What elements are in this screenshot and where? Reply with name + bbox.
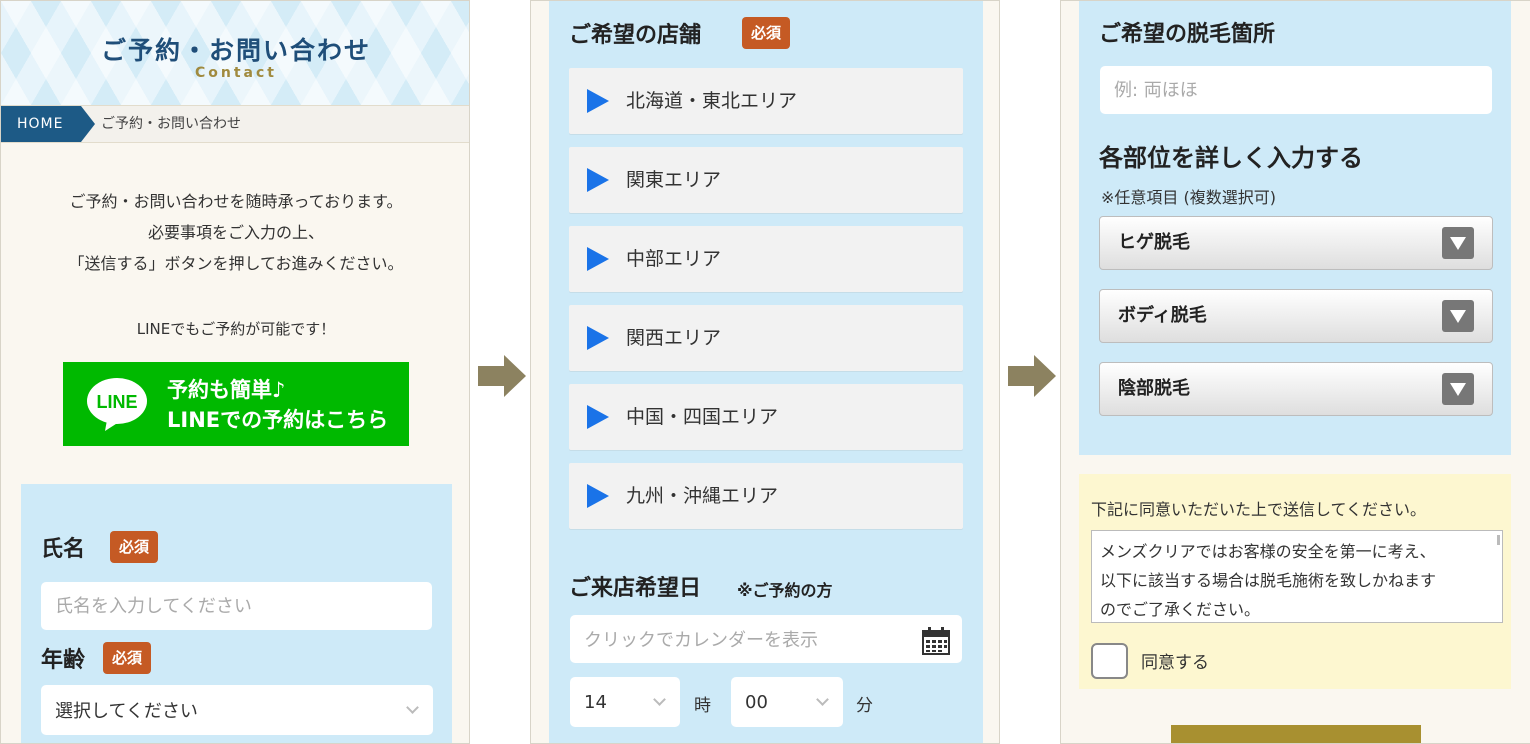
terms-line-1: メンズクリアではお客様の安全を第一に考え、 <box>1100 542 1436 561</box>
treatment-area-panel: ご希望の脱毛箇所 各部位を詳しく入力する ※任意項目 (複数選択可) ヒゲ脱毛 … <box>1060 0 1530 744</box>
line-button-text-1: 予約も簡単♪ <box>167 378 286 402</box>
agree-instruction: 下記に同意いただいた上で送信してください。 <box>1091 500 1427 519</box>
agree-checkbox[interactable] <box>1091 643 1128 679</box>
area-label: 関西エリア <box>626 327 722 349</box>
intro-line-3: 「送信する」ボタンを押してお進みください。 <box>68 254 404 273</box>
visit-date-label: ご来店希望日 <box>569 576 702 601</box>
terms-line-2: 以下に該当する場合は脱毛施術を致しかねます <box>1100 571 1437 590</box>
play-triangle-icon <box>587 89 609 113</box>
next-arrow-icon <box>478 355 526 397</box>
dropdown-arrow-icon <box>1442 300 1474 332</box>
area-label: 関東エリア <box>626 169 722 191</box>
play-triangle-icon <box>587 326 609 350</box>
minute-value: 00 <box>745 691 768 713</box>
terms-line-3: のでご了承ください。 <box>1100 600 1261 619</box>
line-logo-icon: LINE <box>87 378 147 431</box>
play-triangle-icon <box>587 405 609 429</box>
dropdown-body[interactable]: ボディ脱毛 <box>1099 289 1493 343</box>
intro-line-2: 必要事項をご入力の上、 <box>147 223 324 242</box>
next-arrow-icon <box>1008 355 1056 397</box>
age-select[interactable]: 選択してください <box>41 685 433 735</box>
play-triangle-icon <box>587 484 609 508</box>
part-label: ご希望の脱毛箇所 <box>1099 22 1276 47</box>
visit-date-input[interactable]: クリックでカレンダーを表示 <box>570 615 962 663</box>
chevron-down-icon <box>653 693 666 706</box>
area-button-kanto[interactable]: 関東エリア <box>569 147 963 213</box>
area-label: 中国・四国エリア <box>626 406 779 428</box>
hour-unit: 時 <box>694 696 711 716</box>
area-label: 中部エリア <box>626 248 722 270</box>
hour-value: 14 <box>584 691 607 713</box>
contact-top-panel: ご予約・お問い合わせ Contact HOME ご予約・お問い合わせ ご予約・お… <box>0 0 470 744</box>
dropdown-vio[interactable]: 陰部脱毛 <box>1099 362 1493 416</box>
age-select-value: 選択してください <box>55 701 198 722</box>
area-button-chubu[interactable]: 中部エリア <box>569 226 963 292</box>
visit-date-placeholder: クリックでカレンダーを表示 <box>584 630 818 651</box>
store-label: ご希望の店舗 <box>569 23 702 48</box>
agree-checkbox-label[interactable]: 同意する <box>1141 648 1209 673</box>
terms-textarea[interactable]: メンズクリアではお客様の安全を第一に考え、 以下に該当する場合は脱毛施術を致しか… <box>1091 530 1503 623</box>
minute-unit: 分 <box>856 696 873 716</box>
dropdown-label: ボディ脱毛 <box>1118 305 1207 326</box>
play-triangle-icon <box>587 168 609 192</box>
scrollbar[interactable] <box>1497 535 1500 545</box>
age-label: 年齢 <box>41 648 86 673</box>
hero-banner: ご予約・お問い合わせ Contact <box>1 1 469 105</box>
area-label: 九州・沖縄エリア <box>626 485 779 507</box>
dropdown-arrow-icon <box>1442 373 1474 405</box>
page-subtitle: Contact <box>195 65 277 81</box>
minute-select[interactable]: 00 <box>731 677 843 727</box>
name-input[interactable] <box>41 582 432 630</box>
dropdown-arrow-icon <box>1442 227 1474 259</box>
intro-line-1: ご予約・お問い合わせを随時承っております。 <box>69 192 403 211</box>
store-select-panel: ご希望の店舗 必須 北海道・東北エリア 関東エリア 中部エリア 関西エリア 中国… <box>530 0 1000 744</box>
part-input[interactable] <box>1100 66 1492 114</box>
visit-date-note: ※ご予約の方 <box>737 581 833 600</box>
line-note: LINEでもご予約が可能です！ <box>136 320 336 338</box>
play-triangle-icon <box>587 247 609 271</box>
detail-label: 各部位を詳しく入力する <box>1099 144 1363 172</box>
dropdown-beard[interactable]: ヒゲ脱毛 <box>1099 216 1493 270</box>
detail-note: ※任意項目 (複数選択可) <box>1101 188 1276 207</box>
chevron-down-icon <box>406 701 419 714</box>
area-label: 北海道・東北エリア <box>626 90 798 112</box>
breadcrumb: HOME ご予約・お問い合わせ <box>1 105 469 143</box>
calendar-icon <box>922 627 950 655</box>
store-required-badge: 必須 <box>742 17 791 49</box>
dropdown-label: 陰部脱毛 <box>1118 378 1190 399</box>
dropdown-label: ヒゲ脱毛 <box>1118 232 1190 253</box>
chevron-down-icon <box>816 693 829 706</box>
name-required-badge: 必須 <box>110 531 159 563</box>
area-button-kyushu-okinawa[interactable]: 九州・沖縄エリア <box>569 463 963 529</box>
age-required-badge: 必須 <box>103 642 152 674</box>
page-title: ご予約・お問い合わせ <box>100 36 371 65</box>
breadcrumb-home-link[interactable]: HOME <box>1 106 95 142</box>
area-button-kansai[interactable]: 関西エリア <box>569 305 963 371</box>
area-button-hokkaido-tohoku[interactable]: 北海道・東北エリア <box>569 68 963 134</box>
breadcrumb-current: ご予約・お問い合わせ <box>101 116 241 132</box>
line-reservation-button[interactable]: LINE 予約も簡単♪ LINEでの予約はこちら <box>63 362 409 446</box>
hour-select[interactable]: 14 <box>570 677 680 727</box>
line-button-text-2: LINEでの予約はこちら <box>167 408 389 432</box>
area-button-chugoku-shikoku[interactable]: 中国・四国エリア <box>569 384 963 450</box>
name-label: 氏名 <box>41 537 86 562</box>
submit-button[interactable] <box>1171 725 1421 743</box>
line-logo-text: LINE <box>96 392 137 412</box>
